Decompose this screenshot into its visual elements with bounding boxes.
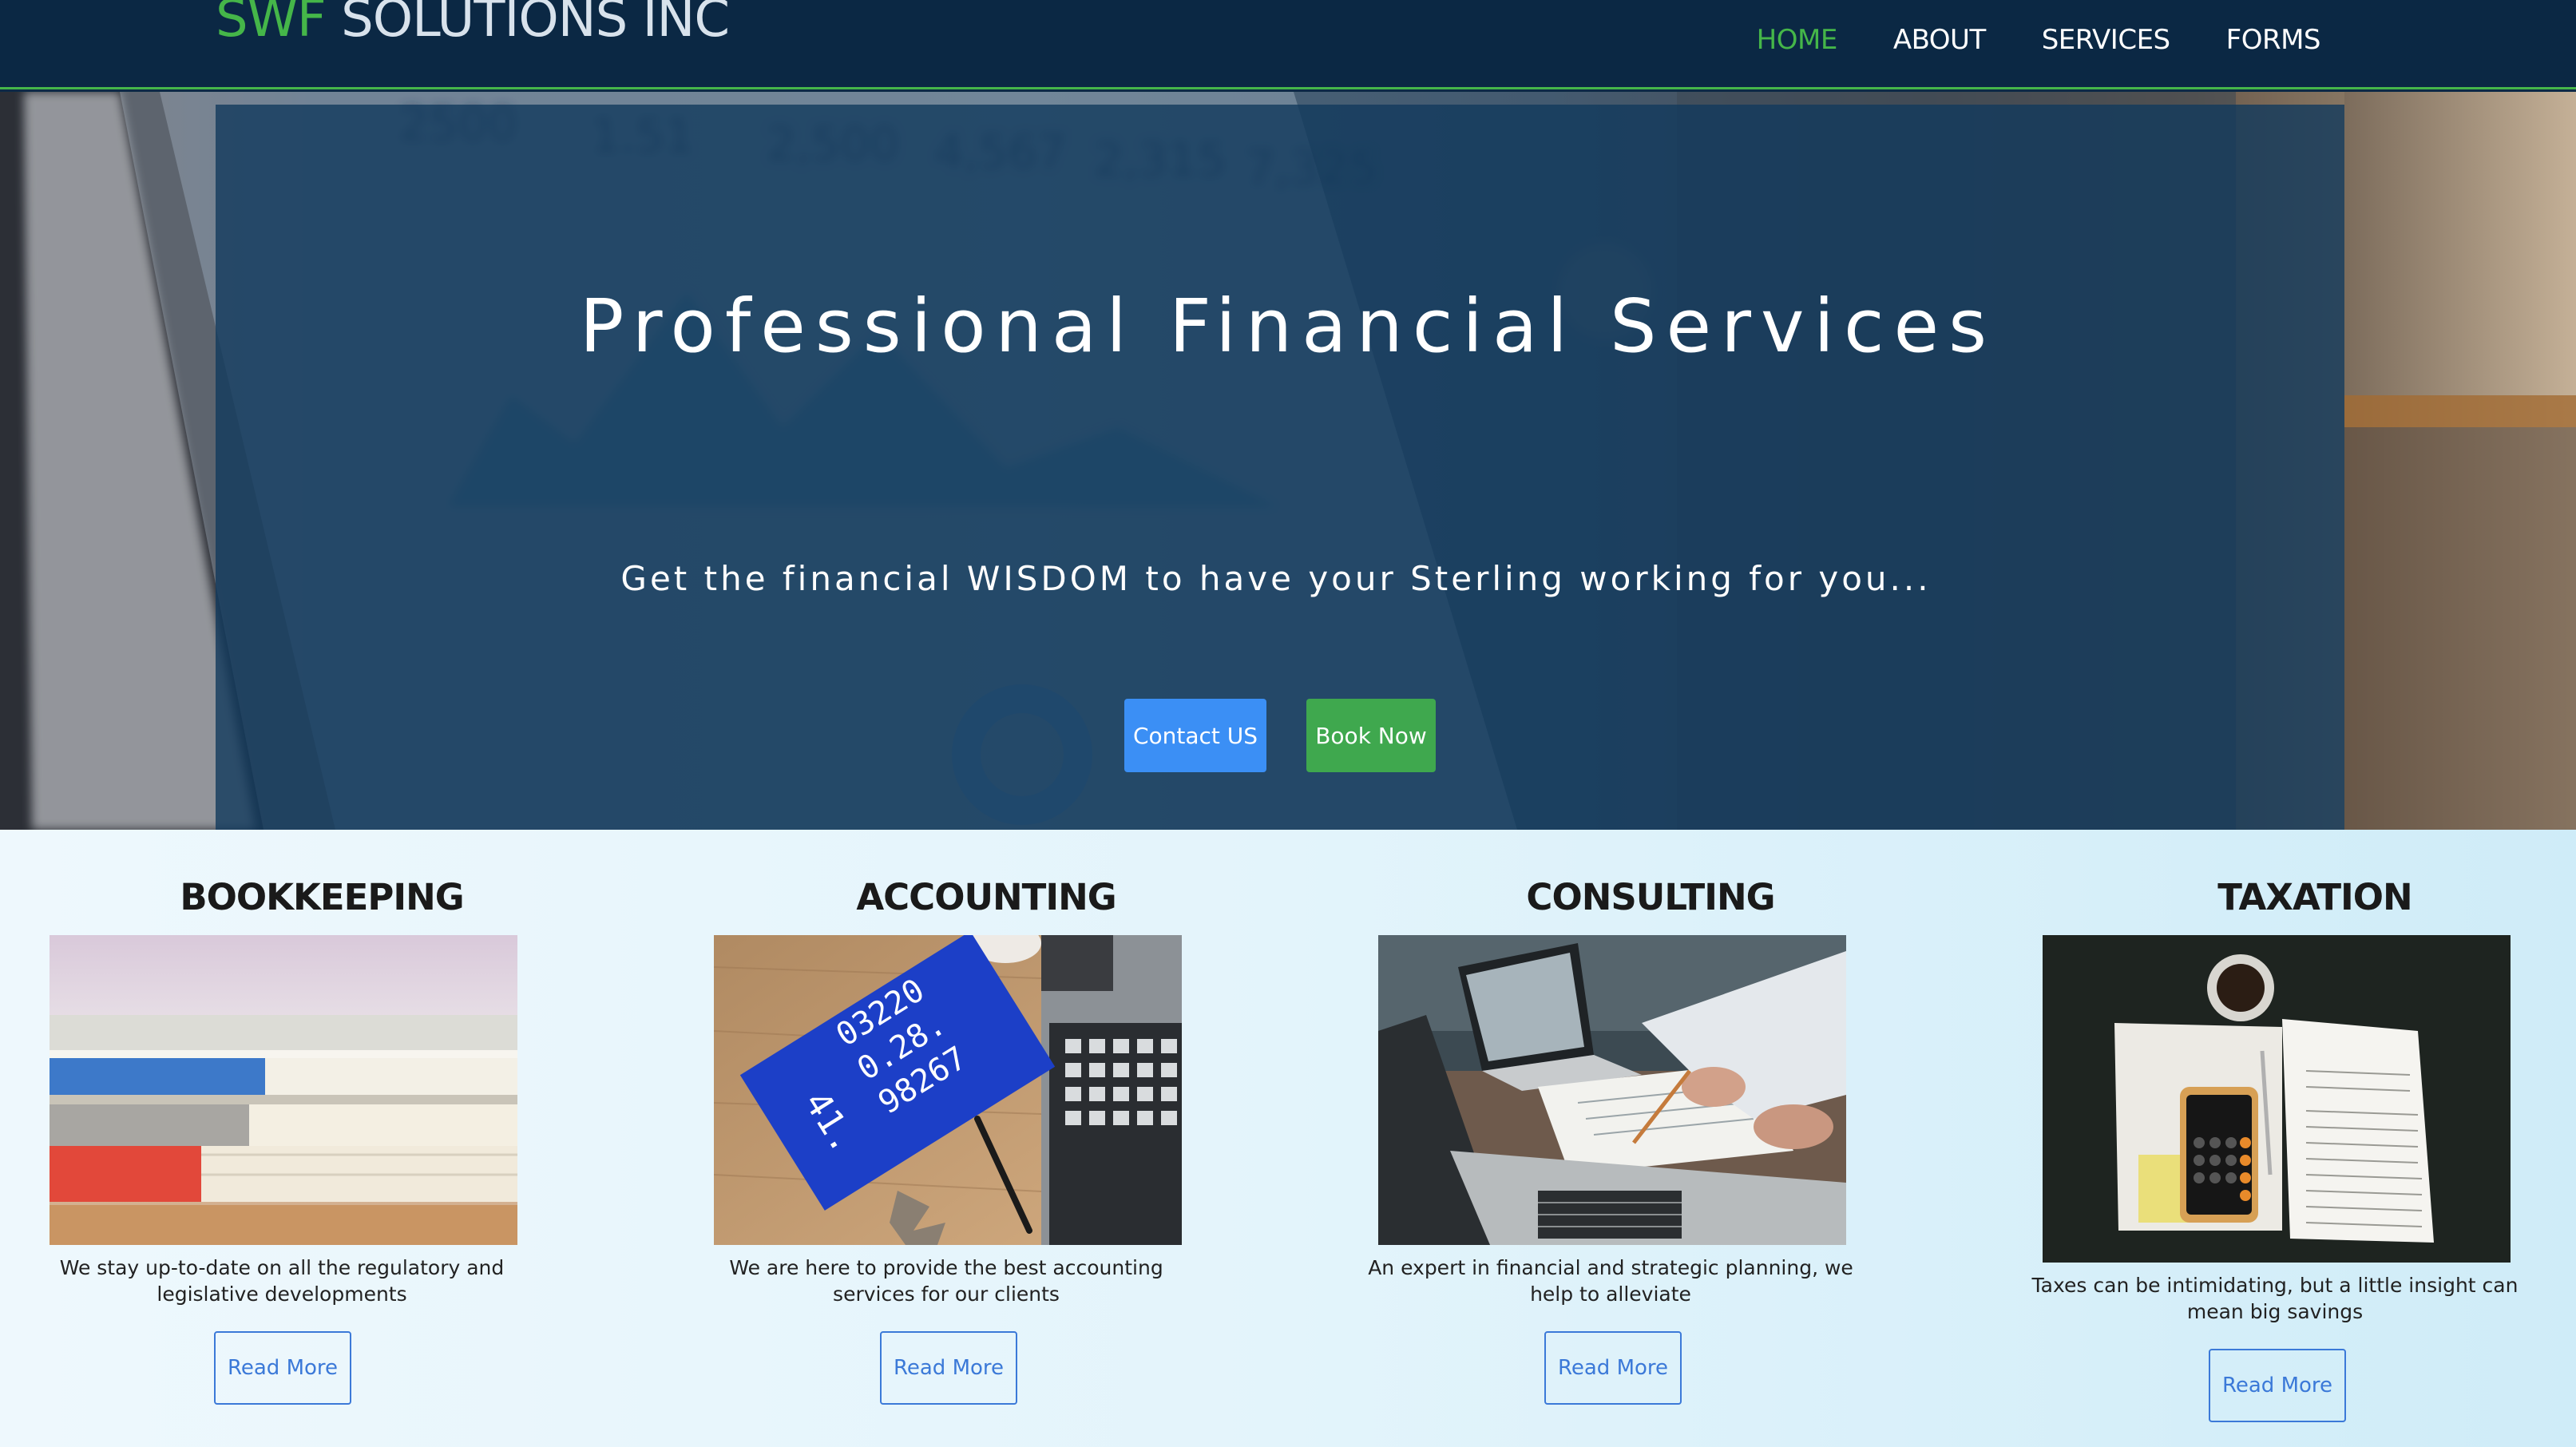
- service-title: CONSULTING: [1526, 876, 1775, 918]
- nav-services[interactable]: SERVICES: [2042, 24, 2170, 56]
- service-description: Taxes can be intimidating, but a little …: [2031, 1274, 2519, 1323]
- service-title: BOOKKEEPING: [180, 876, 464, 918]
- service-description: We are here to provide the best accounti…: [729, 1256, 1163, 1306]
- brand-logo[interactable]: SWF SOLUTIONS INC: [216, 0, 730, 51]
- hero-buttons: Contact US Book Now: [1124, 699, 1436, 772]
- book-now-button[interactable]: Book Now: [1306, 699, 1436, 772]
- service-card-accounting: ACCOUNTING 41. 03220 0.28. 98267 We are …: [664, 830, 1308, 1447]
- hero-tagline: Get the financial WISDOM to have your St…: [620, 559, 1932, 598]
- read-more-button[interactable]: Read More: [2209, 1349, 2346, 1422]
- taxation-image: [2043, 935, 2511, 1263]
- brand-accent: SWF: [216, 0, 327, 49]
- accounting-image: 41. 03220 0.28. 98267: [714, 935, 1182, 1245]
- read-more-button[interactable]: Read More: [1544, 1331, 1682, 1405]
- service-card-bookkeeping: BOOKKEEPING We stay up-to-date on all th…: [0, 830, 644, 1447]
- service-description: An expert in financial and strategic pla…: [1368, 1256, 1853, 1306]
- nav-home[interactable]: HOME: [1757, 24, 1838, 56]
- read-more-button[interactable]: Read More: [214, 1331, 351, 1405]
- top-navbar: SWF SOLUTIONS INC HOME ABOUT SERVICES FO…: [0, 0, 2576, 89]
- service-description: We stay up-to-date on all the regulatory…: [59, 1256, 505, 1306]
- contact-us-button[interactable]: Contact US: [1124, 699, 1266, 772]
- hero-section: 2500 1.51 2,500 4,567 2,315 7,325 Profes…: [0, 92, 2576, 830]
- read-more-button[interactable]: Read More: [880, 1331, 1017, 1405]
- consulting-image: [1378, 935, 1846, 1245]
- services-section: BOOKKEEPING We stay up-to-date on all th…: [0, 830, 2576, 1447]
- nav-forms[interactable]: FORMS: [2226, 24, 2321, 56]
- main-nav: HOME ABOUT SERVICES FORMS: [1757, 24, 2321, 56]
- hero-title: Professional Financial Services: [579, 283, 1997, 369]
- nav-about[interactable]: ABOUT: [1893, 24, 1986, 56]
- service-title: TAXATION: [2217, 876, 2412, 918]
- service-card-taxation: TAXATION Taxes can be intimidating, but …: [1993, 830, 2576, 1447]
- bookkeeping-image: [50, 935, 517, 1245]
- service-title: ACCOUNTING: [856, 876, 1116, 918]
- service-card-consulting: CONSULTING An expert in financial and st…: [1329, 830, 1972, 1447]
- brand-rest: SOLUTIONS INC: [325, 0, 730, 49]
